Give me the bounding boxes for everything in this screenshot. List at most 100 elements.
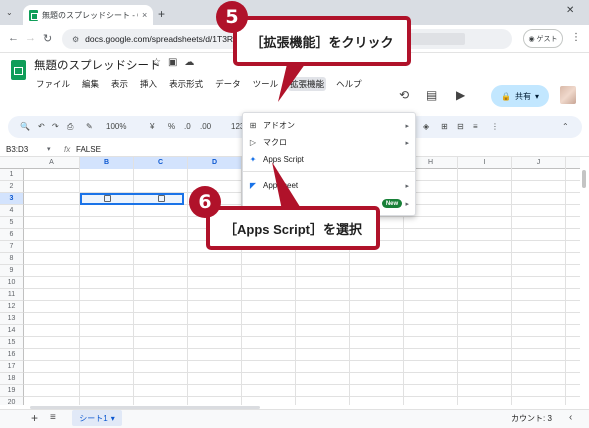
formula-input[interactable]: FALSE (76, 145, 101, 154)
comment-icon[interactable]: ▤ (426, 88, 437, 102)
undo-icon[interactable]: ↶ (38, 122, 45, 131)
menu-format[interactable]: 表示形式 (167, 77, 205, 91)
table-row[interactable] (24, 289, 580, 301)
more-tools-icon[interactable]: ⋮ (491, 122, 499, 131)
table-row[interactable] (24, 361, 580, 373)
cloud-status-icon[interactable]: ☁ (184, 57, 194, 68)
row-header-13[interactable]: 13 (0, 313, 24, 325)
column-header-d[interactable]: D (188, 157, 242, 169)
back-icon[interactable]: ← (8, 32, 19, 44)
explore-chevron-icon[interactable]: ‹ (569, 412, 572, 423)
add-sheet-button[interactable]: + (31, 411, 38, 425)
row-header-7[interactable]: 7 (0, 241, 24, 253)
share-dropdown-icon[interactable]: ▾ (535, 92, 539, 101)
row-header-4[interactable]: 4 (0, 205, 24, 217)
browser-tab[interactable]: 無題のスプレッドシート - Google スプ × (23, 5, 153, 25)
meet-icon[interactable]: ▶ (456, 88, 465, 102)
new-tab-button[interactable]: + (158, 7, 165, 21)
collapse-toolbar-icon[interactable]: ⌃ (562, 122, 569, 131)
menu-item-macros[interactable]: ▷ マクロ ▸ (243, 134, 417, 151)
name-box[interactable]: B3:D3 (6, 145, 28, 154)
sheet-tab-dropdown-icon[interactable]: ▾ (111, 414, 115, 423)
menu-edit[interactable]: 編集 (80, 77, 101, 91)
browser-menu-icon[interactable]: ⋮ (571, 32, 581, 43)
table-row[interactable] (24, 265, 580, 277)
guest-profile-button[interactable]: ◉ ゲスト (523, 29, 563, 48)
row-header-8[interactable]: 8 (0, 253, 24, 265)
menu-data[interactable]: データ (213, 77, 243, 91)
table-row[interactable] (24, 277, 580, 289)
sheet-tab[interactable]: シート1 ▾ (72, 410, 122, 426)
column-header-a[interactable]: A (24, 157, 80, 169)
table-row[interactable] (24, 253, 580, 265)
all-sheets-icon[interactable]: ≡ (50, 412, 56, 423)
selected-range[interactable] (80, 193, 184, 205)
checkbox-b3[interactable] (104, 195, 111, 202)
row-header-11[interactable]: 11 (0, 289, 24, 301)
menu-item-addons[interactable]: ⊞ アドオン ▸ (243, 117, 417, 134)
percent-format-button[interactable]: % (168, 122, 175, 131)
column-header-b[interactable]: B (80, 157, 134, 169)
row-header-3[interactable]: 3 (0, 193, 24, 205)
redo-icon[interactable]: ↷ (52, 122, 59, 131)
name-box-dropdown-icon[interactable]: ▾ (47, 145, 51, 153)
window-close-icon[interactable]: ✕ (566, 5, 574, 16)
table-row[interactable] (24, 385, 580, 397)
table-row[interactable] (24, 325, 580, 337)
borders-icon[interactable]: ⊞ (441, 122, 448, 131)
share-button[interactable]: 🔒 共有 ▾ (491, 85, 549, 107)
menu-help[interactable]: ヘルプ (334, 77, 364, 91)
document-title[interactable]: 無題のスプレッドシート (34, 57, 161, 73)
table-row[interactable] (24, 301, 580, 313)
merge-cells-icon[interactable]: ⊟ (457, 122, 464, 131)
decrease-decimal-button[interactable]: .0 (184, 122, 191, 131)
row-header-1[interactable]: 1 (0, 169, 24, 181)
reload-icon[interactable]: ↻ (43, 32, 52, 45)
sheets-logo-icon[interactable] (11, 60, 26, 80)
search-menus-icon[interactable]: 🔍 (20, 122, 30, 131)
increase-decimal-button[interactable]: .00 (200, 122, 211, 131)
row-header-9[interactable]: 9 (0, 265, 24, 277)
row-header-15[interactable]: 15 (0, 337, 24, 349)
row-header-6[interactable]: 6 (0, 229, 24, 241)
site-info-icon[interactable]: ⚙ (72, 35, 79, 44)
tab-close-icon[interactable]: × (142, 10, 147, 20)
selection-count[interactable]: カウント: 3 (511, 413, 552, 424)
paint-format-icon[interactable]: ✎ (86, 122, 93, 131)
star-icon[interactable]: ☆ (152, 57, 161, 68)
column-header-j[interactable]: J (512, 157, 566, 169)
row-header-10[interactable]: 10 (0, 277, 24, 289)
row-header-14[interactable]: 14 (0, 325, 24, 337)
row-header-17[interactable]: 17 (0, 361, 24, 373)
print-icon[interactable]: ⎙ (67, 122, 73, 132)
table-row[interactable] (24, 373, 580, 385)
column-header-c[interactable]: C (134, 157, 188, 169)
history-icon[interactable]: ⟲ (399, 88, 409, 102)
menu-view[interactable]: 表示 (109, 77, 130, 91)
move-folder-icon[interactable]: ▣ (168, 57, 177, 68)
fill-color-icon[interactable]: ◈ (423, 122, 429, 131)
forward-icon[interactable]: → (25, 32, 36, 44)
row-header-5[interactable]: 5 (0, 217, 24, 229)
currency-format-button[interactable]: ¥ (150, 122, 154, 131)
align-icon[interactable]: ≡ (473, 122, 478, 131)
vertical-scrollbar[interactable] (582, 170, 586, 188)
row-header-20[interactable]: 20 (0, 397, 24, 405)
avatar[interactable] (560, 86, 576, 104)
menu-insert[interactable]: 挿入 (138, 77, 159, 91)
row-header-12[interactable]: 12 (0, 301, 24, 313)
checkbox-c3[interactable] (158, 195, 165, 202)
menu-file[interactable]: ファイル (34, 77, 72, 91)
column-header-i[interactable]: I (458, 157, 512, 169)
row-header-16[interactable]: 16 (0, 349, 24, 361)
tab-list-chevron-icon[interactable]: ⌄ (6, 8, 13, 17)
row-header-19[interactable]: 19 (0, 385, 24, 397)
table-row[interactable] (24, 349, 580, 361)
row-header-2[interactable]: 2 (0, 181, 24, 193)
zoom-select[interactable]: 100% (106, 122, 126, 131)
row-header-18[interactable]: 18 (0, 373, 24, 385)
title-icons: ☆ ▣ ☁ (152, 57, 194, 68)
table-row[interactable] (24, 313, 580, 325)
table-row[interactable] (24, 397, 580, 405)
table-row[interactable] (24, 337, 580, 349)
